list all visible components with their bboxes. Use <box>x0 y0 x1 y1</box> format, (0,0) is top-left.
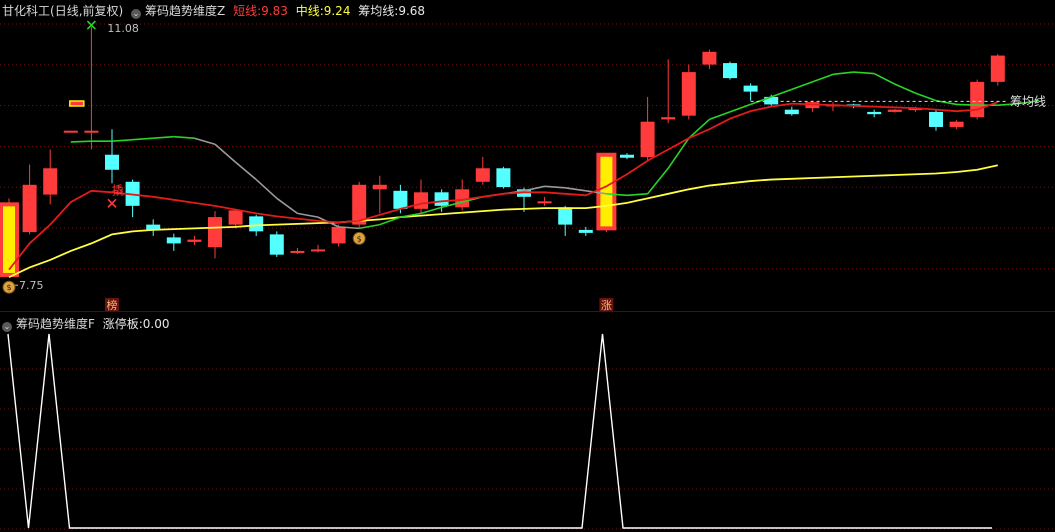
period-label: (日线,前复权) <box>50 4 124 18</box>
mid-line-label: 中线: <box>295 4 324 18</box>
sub-chart-header: ⌄ 筹码趋势维度F 涨停板:0.00 <box>2 316 174 332</box>
limit-up-value: 0.00 <box>142 317 170 331</box>
limit-up-line <box>7 333 992 529</box>
mid-line-value: 9.24 <box>323 4 351 18</box>
short-line-label: 短线: <box>233 4 262 18</box>
limit-up-subchart[interactable] <box>0 0 1055 532</box>
short-line-value: 9.83 <box>261 4 288 18</box>
chevron-down-icon[interactable]: ⌄ <box>2 322 12 332</box>
limit-up-label: 涨停板: <box>102 317 143 331</box>
chevron-down-icon[interactable]: ⌄ <box>131 9 142 19</box>
chip-avg-label: 筹均线: <box>358 4 399 18</box>
chip-avg-value: 9.68 <box>398 4 426 18</box>
main-chart-header: 甘化科工(日线,前复权) ⌄ 筹码趋势维度Z 短线:9.83 中线:9.24 筹均… <box>2 3 429 19</box>
sub-indicator-name[interactable]: 筹码趋势维度F <box>16 317 95 331</box>
indicator-name[interactable]: 筹码趋势维度Z <box>145 4 225 18</box>
stock-name[interactable]: 甘化科工 <box>2 4 50 18</box>
